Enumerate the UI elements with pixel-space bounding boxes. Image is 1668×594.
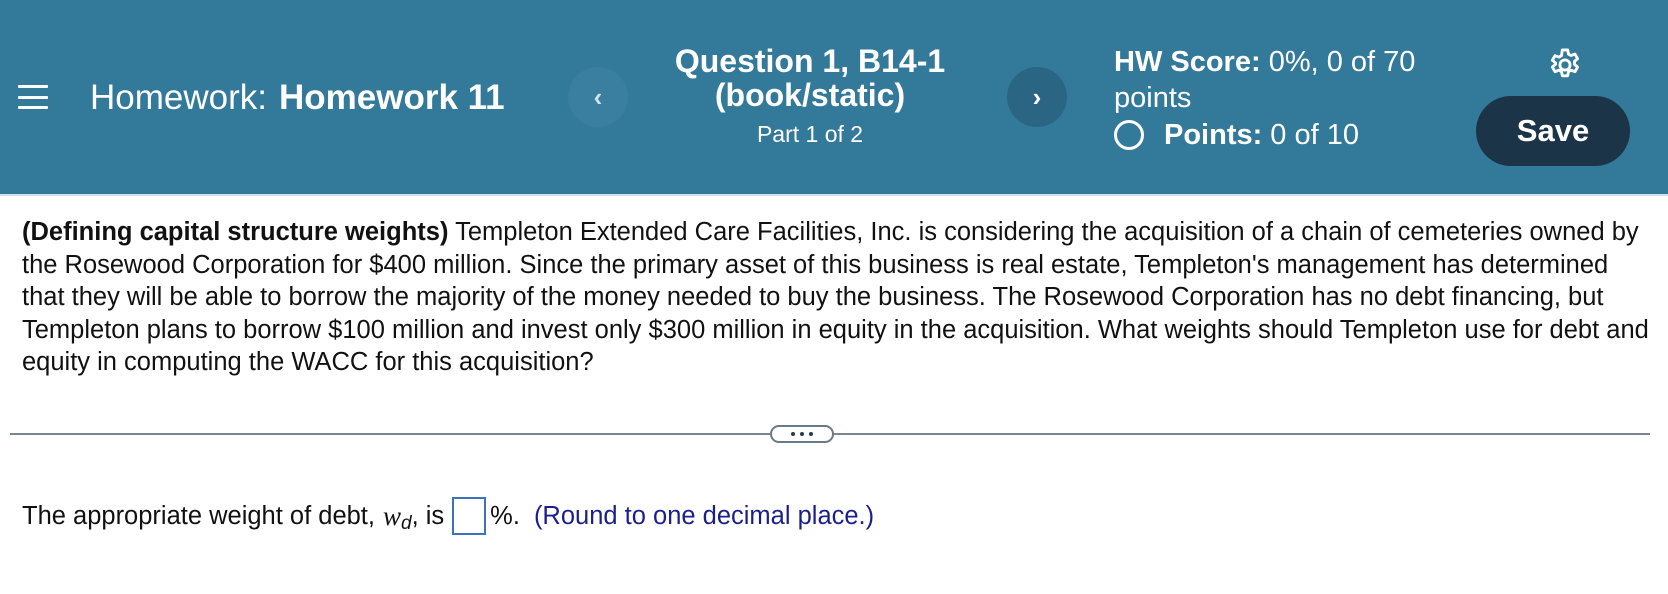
- hw-score: HW Score: 0%, 0 of 70 points: [1114, 44, 1454, 116]
- points-label: Points:: [1164, 119, 1263, 151]
- expand-more-button[interactable]: [770, 425, 834, 443]
- points-circle-icon: [1114, 120, 1144, 150]
- debt-weight-input[interactable]: [452, 497, 487, 535]
- dot-icon: [791, 432, 795, 436]
- hw-score-label: HW Score:: [1114, 46, 1261, 78]
- rounding-hint: (Round to one decimal place.): [533, 502, 875, 530]
- question-part: Part 1 of 2: [756, 121, 864, 147]
- question-title: Question 1, B14-1 (book/static): [674, 43, 946, 113]
- variable-subscript: d: [401, 513, 412, 534]
- save-button[interactable]: Save: [1476, 96, 1630, 166]
- points-status: Points: 0 of 10: [1114, 118, 1359, 152]
- menu-line: [18, 95, 48, 99]
- menu-line: [18, 106, 48, 109]
- points-value: 0 of 10: [1270, 119, 1359, 151]
- dot-icon: [809, 432, 813, 436]
- variable-w: w: [382, 501, 401, 531]
- dot-icon: [800, 432, 804, 436]
- header-divider: [0, 194, 1668, 196]
- answer-connector: , is: [411, 502, 445, 530]
- header-bar: Homework: Homework 11 ‹ Question 1, B14-1…: [0, 0, 1668, 194]
- homework-label: Homework:: [90, 78, 267, 117]
- answer-row: The appropriate weight of debt, wd, is %…: [22, 496, 874, 536]
- homework-title: Homework: Homework 11: [90, 78, 505, 118]
- next-question-button[interactable]: ›: [1007, 67, 1067, 127]
- chevron-right-icon: ›: [1032, 81, 1042, 112]
- menu-line: [18, 85, 48, 88]
- question-text: (Defining capital structure weights) Tem…: [22, 216, 1652, 379]
- answer-prefix: The appropriate weight of debt,: [22, 502, 375, 530]
- previous-question-button[interactable]: ‹: [568, 67, 628, 127]
- homework-name: Homework 11: [278, 78, 505, 117]
- question-topic: (Defining capital structure weights): [22, 218, 449, 246]
- gear-icon[interactable]: [1546, 46, 1584, 84]
- hamburger-menu-icon[interactable]: [16, 82, 50, 112]
- answer-suffix: %.: [490, 502, 520, 530]
- chevron-left-icon: ‹: [593, 81, 603, 112]
